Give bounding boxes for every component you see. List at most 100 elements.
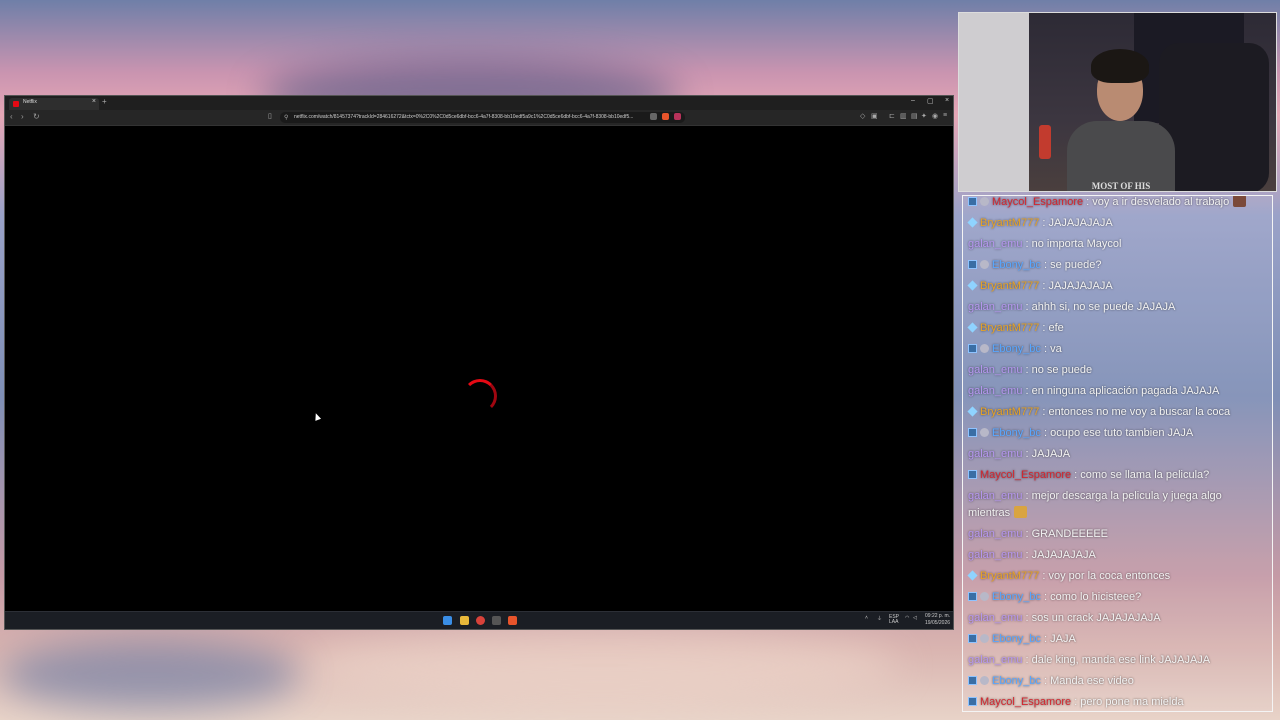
chat-username[interactable]: galan_emu [968, 238, 1022, 250]
minimize-button[interactable]: – [911, 97, 915, 104]
chat-username[interactable]: galan_emu [968, 549, 1022, 561]
chat-username[interactable]: galan_emu [968, 654, 1022, 666]
chat-username[interactable]: Maycol_Espamore [980, 469, 1071, 481]
windows-taskbar: ˄ ⏚ ESP LAA ◠ ◁ 09:22 p. m. 19/05/2026 [5, 611, 953, 629]
subscriber-badge-icon[interactable] [968, 592, 977, 601]
tab-bar: Netflix × + – ▢ × [5, 96, 953, 110]
subscriber-badge-icon[interactable] [968, 470, 977, 479]
profile-icon[interactable]: ◉ [932, 112, 938, 120]
bookmark-icon[interactable]: ▯ [268, 112, 272, 120]
close-window-button[interactable]: × [945, 97, 949, 104]
browser-toolbar: ‹ › ↻ ▯ ⚲ netflix.com/watch/81457374?tra… [5, 110, 953, 126]
chat-username[interactable]: Ebony_bc [992, 675, 1041, 687]
turbo-badge-icon[interactable] [980, 344, 989, 353]
tray-mic-icon[interactable]: ⏚ [877, 615, 882, 622]
chat-username[interactable]: Ebony_bc [992, 343, 1041, 355]
address-bar[interactable]: ⚲ netflix.com/watch/81457374?trackId=284… [280, 112, 685, 123]
obs-icon[interactable] [476, 616, 485, 625]
chat-username[interactable]: Ebony_bc [992, 259, 1041, 271]
chat-message: galan_emu : mejor descarga la pelicula y… [968, 488, 1264, 522]
prime-badge-icon[interactable] [967, 280, 978, 291]
chat-text: : JAJAJAJAJA [1039, 217, 1113, 229]
url-text[interactable]: netflix.com/watch/81457374?trackId=28461… [294, 114, 644, 120]
reload-button[interactable]: ↻ [33, 112, 40, 121]
subscriber-badge-icon[interactable] [968, 676, 977, 685]
turbo-badge-icon[interactable] [980, 676, 989, 685]
chat-message: Maycol_Espamore : voy a ir desvelado al … [968, 196, 1264, 211]
rewards-icon[interactable] [674, 113, 681, 120]
tab-netflix[interactable]: Netflix × [9, 98, 99, 110]
shirt-text: MOST OF HIS [1091, 181, 1151, 191]
input-language[interactable]: ESP LAA [889, 615, 899, 625]
turbo-badge-icon[interactable] [980, 197, 989, 206]
chat-message: galan_emu : dale king, manda ese link JA… [968, 652, 1264, 669]
chat-username[interactable]: BryantM777 [980, 280, 1039, 292]
clock-time[interactable]: 09:22 p. m. [925, 613, 950, 619]
chat-text: : dale king, manda ese link JAJAJAJA [1022, 654, 1211, 666]
maximize-button[interactable]: ▢ [927, 97, 934, 105]
netflix-favicon-icon [13, 101, 19, 107]
tray-chevron-icon[interactable]: ˄ [865, 615, 868, 621]
chat-message: Ebony_bc : va [968, 341, 1264, 358]
chat-text: : no importa Maycol [1022, 238, 1122, 250]
chat-username[interactable]: galan_emu [968, 448, 1022, 460]
chat-username[interactable]: Ebony_bc [992, 591, 1041, 603]
prime-badge-icon[interactable] [967, 570, 978, 581]
chat-text: : JAJAJAJAJA [1039, 280, 1113, 292]
chat-username[interactable]: galan_emu [968, 528, 1022, 540]
chat-username[interactable]: Ebony_bc [992, 427, 1041, 439]
gaming-chair [1159, 43, 1269, 191]
forward-button[interactable]: › [21, 112, 24, 121]
chat-username[interactable]: galan_emu [968, 301, 1022, 313]
site-info-icon[interactable]: ⚲ [284, 114, 288, 121]
chat-text: : GRANDEEEEE [1022, 528, 1109, 540]
file-explorer-icon[interactable] [460, 616, 469, 625]
split-view-icon[interactable]: ▥ [900, 112, 907, 120]
turbo-badge-icon[interactable] [980, 428, 989, 437]
menu-icon[interactable]: ≡ [943, 112, 947, 119]
video-viewport[interactable] [5, 126, 953, 613]
brave-browser-icon[interactable] [508, 616, 517, 625]
sidebar-icon[interactable]: ⊏ [889, 112, 895, 120]
chat-message: BryantM777 : voy por la coca entonces [967, 568, 1264, 585]
chat-username[interactable]: BryantM777 [980, 217, 1039, 229]
new-tab-button[interactable]: + [102, 97, 107, 106]
subscriber-badge-icon[interactable] [968, 260, 977, 269]
chat-message: galan_emu : no importa Maycol [968, 236, 1264, 253]
chat-username[interactable]: galan_emu [968, 364, 1022, 376]
chat-message: galan_emu : ahhh si, no se puede JAJAJA [968, 299, 1264, 316]
clock-date[interactable]: 19/05/2026 [925, 620, 950, 626]
extension-icon[interactable]: ◇ [860, 112, 865, 120]
turbo-badge-icon[interactable] [980, 634, 989, 643]
share-icon[interactable] [650, 113, 657, 120]
chat-username[interactable]: Maycol_Espamore [992, 196, 1083, 208]
tab-close-button[interactable]: × [92, 98, 96, 105]
chat-username[interactable]: BryantM777 [980, 570, 1039, 582]
subscriber-badge-icon[interactable] [968, 634, 977, 643]
chat-username[interactable]: galan_emu [968, 385, 1022, 397]
start-menu-icon[interactable] [443, 616, 452, 625]
chat-username[interactable]: Maycol_Espamore [980, 696, 1071, 708]
tab-icon[interactable]: ▤ [911, 112, 918, 120]
back-button[interactable]: ‹ [10, 112, 13, 121]
chat-username[interactable]: galan_emu [968, 612, 1022, 624]
prime-badge-icon[interactable] [967, 217, 978, 228]
subscriber-badge-icon[interactable] [968, 428, 977, 437]
subscriber-badge-icon[interactable] [968, 197, 977, 206]
chat-username[interactable]: BryantM777 [980, 322, 1039, 334]
subscriber-badge-icon[interactable] [968, 344, 977, 353]
chat-username[interactable]: BryantM777 [980, 406, 1039, 418]
wifi-icon[interactable]: ◠ [905, 615, 909, 621]
prime-badge-icon[interactable] [967, 406, 978, 417]
volume-icon[interactable]: ◁ [913, 615, 917, 621]
subscriber-badge-icon[interactable] [968, 697, 977, 706]
chat-username[interactable]: galan_emu [968, 490, 1022, 502]
extensions-puzzle-icon[interactable]: ✦ [921, 112, 927, 120]
brave-shield-icon[interactable] [662, 113, 669, 120]
turbo-badge-icon[interactable] [980, 592, 989, 601]
turbo-badge-icon[interactable] [980, 260, 989, 269]
prime-badge-icon[interactable] [967, 322, 978, 333]
wallet-icon[interactable]: ▣ [871, 112, 878, 120]
app-icon[interactable] [492, 616, 501, 625]
chat-username[interactable]: Ebony_bc [992, 633, 1041, 645]
